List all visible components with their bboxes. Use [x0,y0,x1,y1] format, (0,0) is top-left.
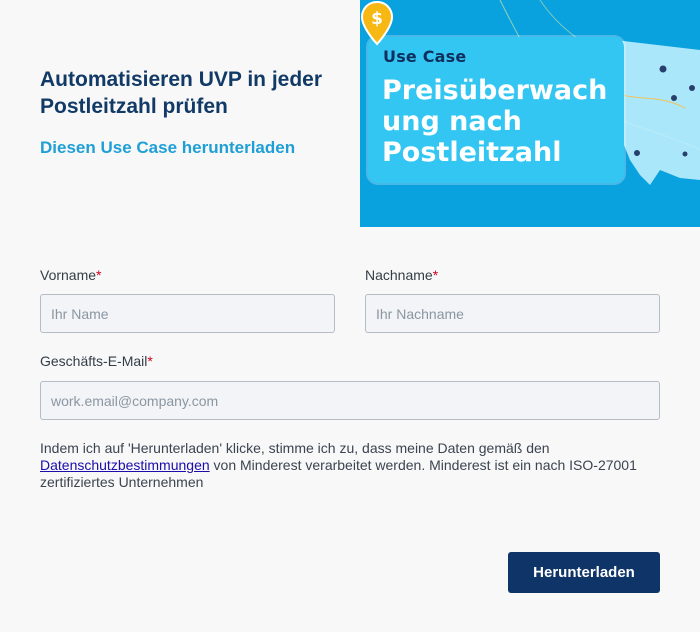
card-tag: Use Case [383,47,467,66]
required-marker: * [432,267,439,283]
download-use-case-link[interactable]: Diesen Use Case herunterladen [40,137,295,159]
privacy-policy-link[interactable]: Datenschutzbestimmungen [40,457,210,473]
last-name-input[interactable] [365,294,660,333]
hero-image: Use Case Preisüberwach ung nach Postleit… [360,0,700,227]
last-name-label: Nachname* [365,267,439,283]
required-marker: * [147,353,153,369]
svg-text:$: $ [371,9,383,29]
use-case-card: Use Case Preisüberwach ung nach Postleit… [368,37,624,183]
email-label: Geschäfts-E-Mail* [40,353,153,369]
first-name-label: Vorname* [40,267,102,283]
download-button[interactable]: Herunterladen [508,552,660,593]
required-marker: * [96,267,102,283]
email-input[interactable] [40,381,660,420]
consent-text: Indem ich auf 'Herunterladen' klicke, st… [40,440,637,490]
first-name-input[interactable] [40,294,335,333]
page-headline: Automatisieren UVP in jeder Postleitzahl… [40,68,323,118]
card-title: Preisüberwach ung nach Postleitzahl [382,75,608,168]
dollar-pin-icon: $ [360,0,394,46]
